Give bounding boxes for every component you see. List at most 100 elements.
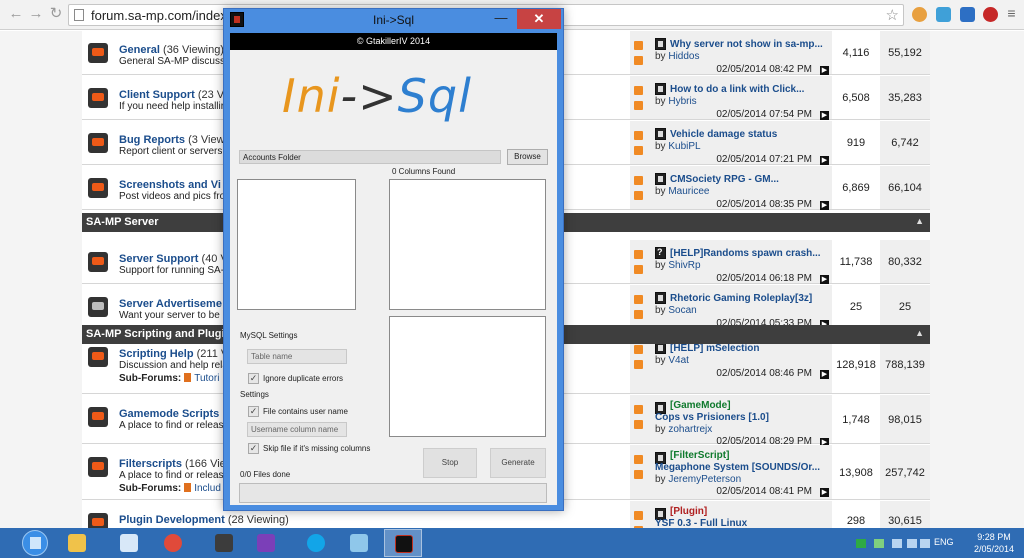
go-to-last-post-icon[interactable]: ▶ <box>820 156 829 165</box>
rss-icon[interactable] <box>634 405 643 414</box>
go-to-last-post-icon[interactable]: ▶ <box>820 111 829 120</box>
forward-icon[interactable]: → <box>28 6 44 22</box>
taskbar-network[interactable] <box>110 529 148 557</box>
rss-icon[interactable] <box>634 250 643 259</box>
forum-name-link[interactable]: Filterscripts (166 Vie <box>119 458 226 470</box>
taskbar-notepad[interactable] <box>340 529 378 557</box>
rss-icon[interactable] <box>634 86 643 95</box>
author-link[interactable]: Socan <box>668 305 696 316</box>
go-to-last-post-icon[interactable]: ▶ <box>820 275 829 284</box>
forum-name-link[interactable]: Plugin Development (28 Viewing) <box>119 514 289 526</box>
last-thread-link[interactable]: How to do a link with Click... <box>670 84 804 95</box>
go-to-last-post-icon[interactable]: ▶ <box>820 66 829 75</box>
language-indicator[interactable]: ENG <box>934 537 954 547</box>
rss-icon[interactable] <box>634 101 643 110</box>
last-thread-link[interactable]: [FilterScript] <box>670 450 729 461</box>
go-to-last-post-icon[interactable]: ▶ <box>820 370 829 379</box>
author-link[interactable]: Hiddos <box>668 51 699 62</box>
collapse-icon[interactable]: ▲ <box>915 328 924 338</box>
rss-icon[interactable] <box>634 265 643 274</box>
cookie-extension-icon[interactable] <box>912 7 927 22</box>
collapse-icon[interactable]: ▲ <box>915 216 924 226</box>
last-thread-title[interactable]: YSF 0.3 - Full Linux <box>655 518 747 528</box>
minimize-button[interactable]: — <box>489 11 513 29</box>
last-thread-link[interactable]: [HELP] mSelection <box>670 343 759 354</box>
tray-battery-icon[interactable] <box>874 539 884 548</box>
forum-name-link[interactable]: Bug Reports (3 Viewi <box>119 134 227 146</box>
start-button[interactable] <box>22 530 48 556</box>
last-thread-link[interactable]: [Plugin] <box>670 506 707 517</box>
ignore-duplicates-checkbox[interactable]: ✓ <box>248 373 259 384</box>
taskbar-chrome[interactable] <box>154 529 192 557</box>
extension-icon-2[interactable] <box>960 7 975 22</box>
rss-icon[interactable] <box>634 295 643 304</box>
output-textbox[interactable] <box>389 316 546 437</box>
forum-name-link[interactable]: General (36 Viewing) <box>119 44 224 56</box>
last-thread-link[interactable]: Why server not show in sa-mp... <box>670 39 823 50</box>
url-text[interactable]: forum.sa-mp.com/index.p <box>91 8 238 23</box>
forum-name-link[interactable]: Scripting Help (211 V <box>119 348 228 360</box>
rss-icon[interactable] <box>634 420 643 429</box>
bookmark-star-icon[interactable]: ☆ <box>886 6 899 24</box>
adblock-icon[interactable] <box>983 7 998 22</box>
rss-icon[interactable] <box>634 470 643 479</box>
browse-button[interactable]: Browse <box>507 149 548 165</box>
table-name-input[interactable]: Table name <box>247 349 347 364</box>
last-thread-title[interactable]: Megaphone System [SOUNDS/Or... <box>655 462 820 473</box>
author-link[interactable]: zohartrejx <box>668 424 712 435</box>
last-thread-title[interactable]: Cops vs Prisioners [1.0] <box>655 412 769 423</box>
last-thread-link[interactable]: Vehicle damage status <box>670 129 777 140</box>
skip-file-checkbox[interactable]: ✓ <box>248 443 259 454</box>
columns-listbox[interactable] <box>389 179 546 310</box>
last-thread-link[interactable]: [GameMode] <box>670 400 731 411</box>
stop-button[interactable]: Stop <box>423 448 477 478</box>
clock-time[interactable]: 9:28 PM <box>968 532 1020 542</box>
tray-volume-icon[interactable] <box>920 539 930 548</box>
last-thread-link[interactable]: CMSociety RPG - GM... <box>670 174 779 185</box>
last-thread-link[interactable]: Rhetoric Gaming Roleplay[3z] <box>670 293 812 304</box>
rss-icon[interactable] <box>634 511 643 520</box>
forum-name-link[interactable]: Server Support (40 V <box>119 253 228 265</box>
back-icon[interactable]: ← <box>8 6 24 22</box>
rss-icon[interactable] <box>634 310 643 319</box>
subforum-link[interactable]: Includ <box>194 483 221 494</box>
rss-icon[interactable] <box>634 345 643 354</box>
window-titlebar[interactable]: Ini->Sql — ✕ <box>224 9 563 31</box>
forum-name-link[interactable]: Screenshots and Vi <box>119 179 221 191</box>
file-contains-user-checkbox[interactable]: ✓ <box>248 406 259 417</box>
forum-name-link[interactable]: Server Advertiseme <box>119 298 222 310</box>
rss-icon[interactable] <box>634 146 643 155</box>
author-link[interactable]: ShivRp <box>668 260 700 271</box>
rss-icon[interactable] <box>634 191 643 200</box>
tray-signal-icon[interactable] <box>907 539 917 548</box>
author-link[interactable]: Mauricee <box>668 186 709 197</box>
reload-icon[interactable]: ↻ <box>48 6 64 22</box>
taskbar-visual-studio[interactable] <box>247 529 285 557</box>
rss-icon[interactable] <box>634 360 643 369</box>
rss-icon[interactable] <box>634 455 643 464</box>
go-to-last-post-icon[interactable]: ▶ <box>820 488 829 497</box>
clock-date[interactable]: 2/05/2014 <box>968 544 1020 554</box>
author-link[interactable]: V4at <box>668 355 689 366</box>
close-button[interactable]: ✕ <box>517 9 561 29</box>
taskbar-sublime[interactable] <box>205 529 243 557</box>
chrome-menu-icon[interactable]: ≡ <box>1004 6 1019 22</box>
files-listbox[interactable] <box>237 179 356 310</box>
tray-flag-icon[interactable] <box>892 539 902 548</box>
taskbar-ini-sql[interactable] <box>384 529 422 557</box>
username-column-input[interactable]: Username column name <box>247 422 347 437</box>
subforum-link[interactable]: Tutori <box>194 373 219 384</box>
generate-button[interactable]: Generate <box>490 448 546 478</box>
rss-icon[interactable] <box>634 41 643 50</box>
last-thread-link[interactable]: [HELP]Randoms spawn crash... <box>670 248 821 259</box>
go-to-last-post-icon[interactable]: ▶ <box>820 201 829 210</box>
forum-name-link[interactable]: Gamemode Scripts <box>119 408 219 420</box>
taskbar-skype[interactable] <box>297 529 335 557</box>
taskbar-explorer[interactable] <box>58 529 96 557</box>
author-link[interactable]: JeremyPeterson <box>668 474 741 485</box>
forum-name-link[interactable]: Client Support (23 V <box>119 89 224 101</box>
rss-icon[interactable] <box>634 56 643 65</box>
rss-icon[interactable] <box>634 176 643 185</box>
extension-icon-1[interactable] <box>936 7 951 22</box>
accounts-folder-field[interactable]: Accounts Folder <box>239 150 501 164</box>
